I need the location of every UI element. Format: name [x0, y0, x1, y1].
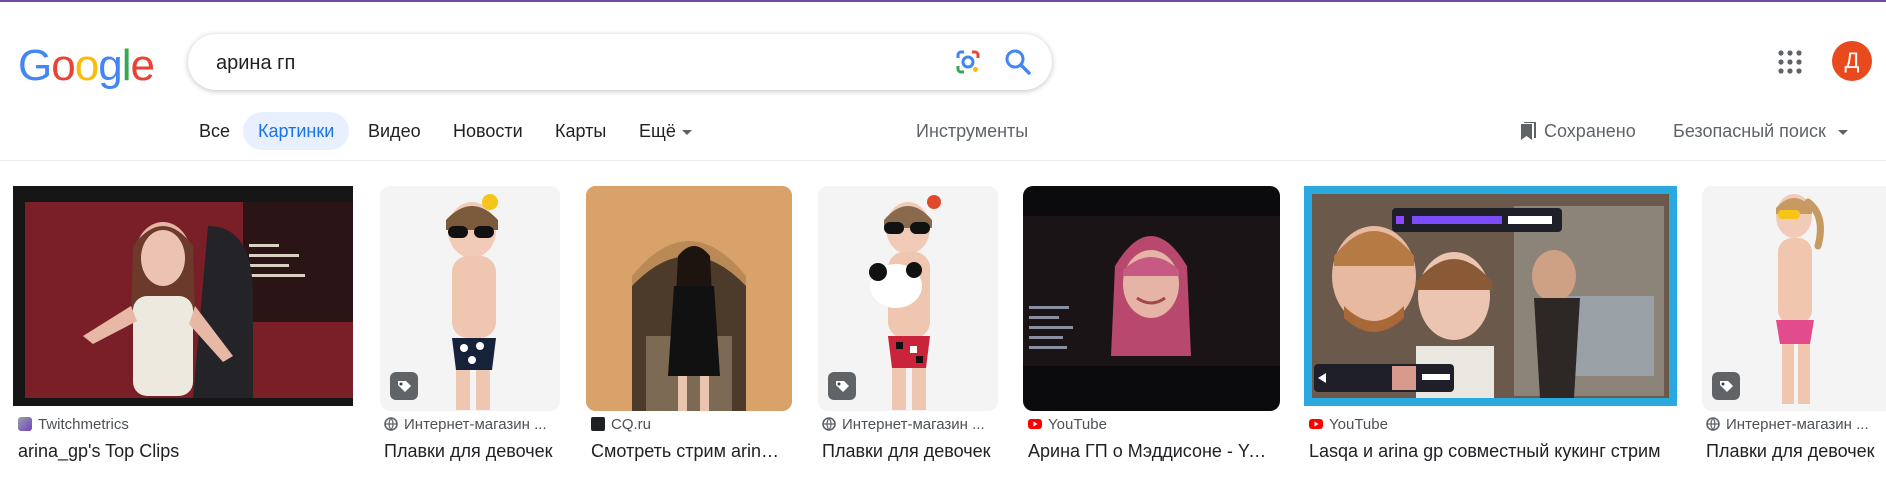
result-source-label: Интернет-магазин ...: [842, 416, 985, 433]
result-source-label: YouTube: [1329, 416, 1388, 433]
saved-label: Сохранено: [1544, 121, 1636, 141]
google-lens-icon[interactable]: [954, 48, 982, 76]
result-source[interactable]: Интернет-магазин ...: [822, 416, 994, 433]
result-thumbnail[interactable]: [1304, 186, 1677, 406]
safe-search-label: Безопасный поиск: [1673, 121, 1826, 141]
search-input[interactable]: [214, 48, 918, 78]
result-source-label: CQ.ru: [611, 416, 652, 433]
result-source[interactable]: Интернет-магазин ...: [1706, 416, 1884, 433]
result-source-label: Интернет-магазин ...: [1726, 416, 1869, 433]
result-source-label: Интернет-магазин ...: [404, 416, 547, 433]
tab-video[interactable]: Видео: [368, 112, 421, 150]
result-thumbnail[interactable]: [586, 186, 792, 411]
bookmark-icon: [1521, 121, 1536, 141]
tab-images[interactable]: Картинки: [243, 112, 350, 150]
youtube-icon: [1028, 417, 1042, 431]
result-title[interactable]: Плавки для девочек: [822, 441, 994, 462]
globe-icon: [384, 417, 398, 432]
globe-icon: [1706, 417, 1720, 432]
search-box: [188, 34, 1052, 90]
result-source[interactable]: CQ.ru: [591, 416, 787, 433]
logo-letter-3: o: [74, 41, 100, 90]
result-thumbnail[interactable]: [818, 186, 998, 411]
product-tag-icon: [1712, 372, 1740, 400]
tab-more-label: Ещё: [639, 121, 676, 141]
youtube-icon: [1309, 417, 1323, 431]
result-title[interactable]: Lasqa и arina gp совместный кукинг стрим: [1309, 441, 1672, 462]
search-icon[interactable]: [1003, 47, 1033, 77]
result-title[interactable]: Арина ГП о Мэддисоне - YouTube: [1028, 441, 1275, 462]
product-tag-icon: [390, 372, 418, 400]
logo-letter-1: G: [18, 41, 52, 90]
result-thumbnail[interactable]: [380, 186, 560, 411]
result-thumbnail[interactable]: [13, 186, 353, 406]
header-divider: [0, 160, 1886, 161]
google-logo[interactable]: Google: [18, 41, 155, 90]
safe-search-dropdown[interactable]: Безопасный поиск: [1673, 112, 1848, 150]
globe-icon: [822, 417, 836, 432]
account-avatar[interactable]: Д: [1832, 41, 1872, 81]
result-source[interactable]: YouTube: [1028, 416, 1275, 433]
logo-letter-6: e: [130, 41, 155, 90]
chevron-down-icon: [681, 129, 692, 135]
tools-button[interactable]: Инструменты: [916, 112, 1028, 150]
tab-more[interactable]: Ещё: [639, 112, 692, 150]
tab-all[interactable]: Все: [199, 112, 230, 150]
tab-maps[interactable]: Карты: [555, 112, 606, 150]
result-title[interactable]: Плавки для девочек: [384, 441, 556, 462]
cq-icon: [591, 417, 605, 431]
saved-button[interactable]: Сохранено: [1520, 112, 1636, 150]
result-source[interactable]: YouTube: [1309, 416, 1672, 433]
twitchmetrics-icon: [18, 417, 32, 431]
result-thumbnail[interactable]: [1702, 186, 1886, 411]
result-title[interactable]: arina_gp's Top Clips: [18, 441, 348, 462]
product-tag-icon: [828, 372, 856, 400]
apps-grid-icon[interactable]: [1777, 49, 1803, 75]
logo-letter-2: o: [51, 41, 76, 90]
result-title[interactable]: Смотреть стрим arina_gp: [591, 441, 787, 462]
result-source-label: YouTube: [1048, 416, 1107, 433]
tab-news[interactable]: Новости: [453, 112, 523, 150]
logo-letter-4: g: [98, 41, 123, 90]
result-thumbnail[interactable]: [1023, 186, 1280, 411]
result-source[interactable]: Интернет-магазин ...: [384, 416, 556, 433]
top-accent-line: [0, 0, 1886, 2]
result-title[interactable]: Плавки для девочек: [1706, 441, 1884, 462]
result-source[interactable]: Twitchmetrics: [18, 416, 338, 433]
chevron-down-icon: [1837, 129, 1848, 135]
result-source-label: Twitchmetrics: [38, 416, 129, 433]
